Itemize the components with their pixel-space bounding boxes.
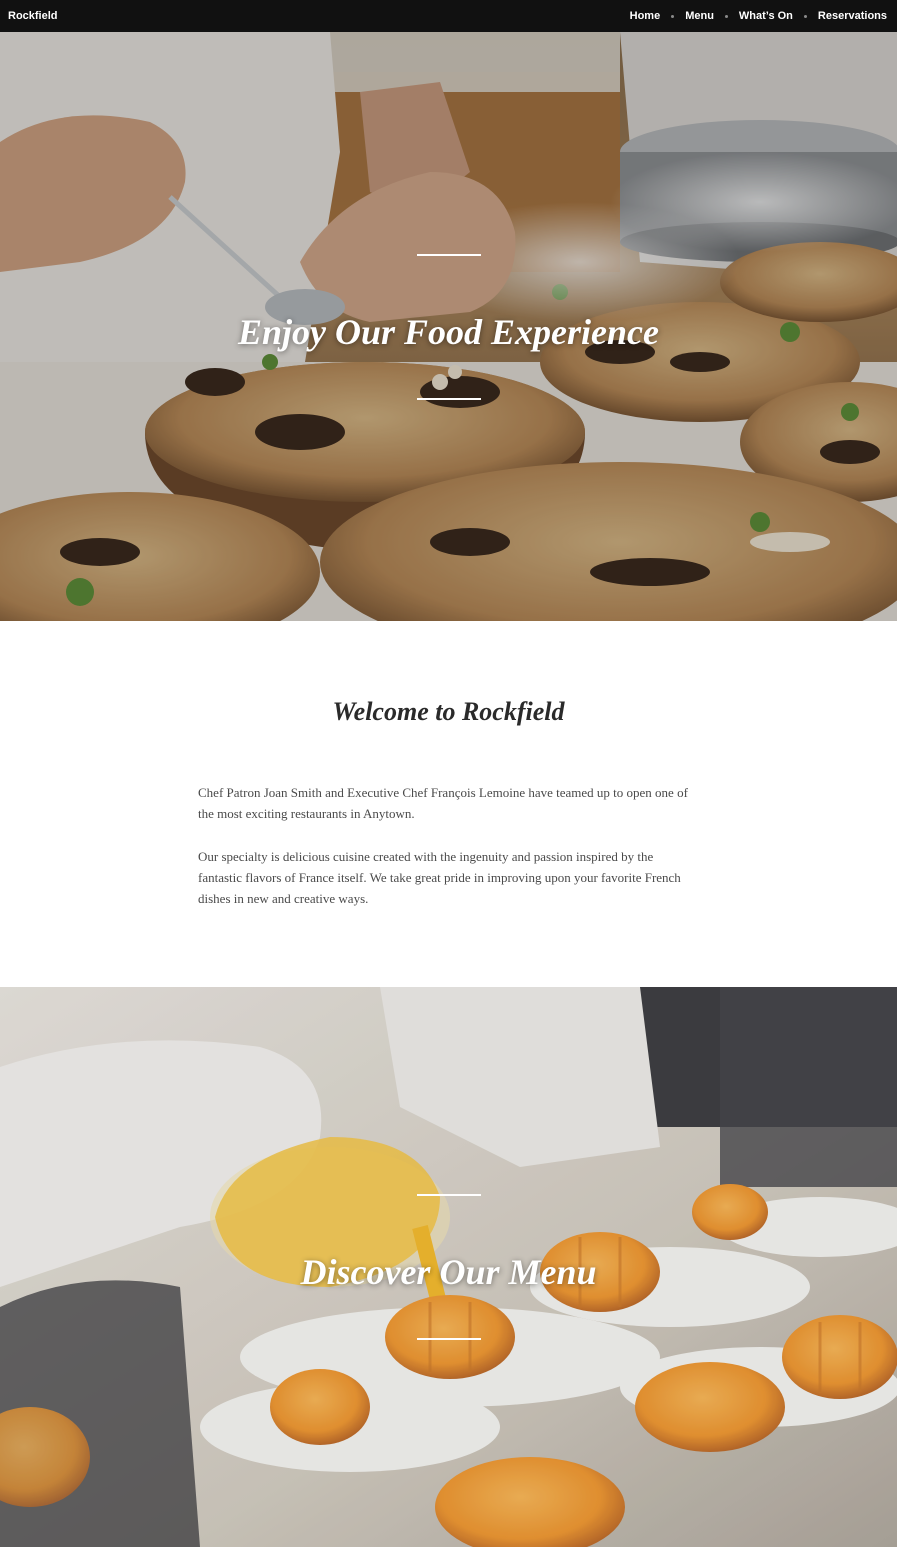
site-brand-link[interactable]: Rockfield — [8, 10, 58, 22]
hero-overlay: Enjoy Our Food Experience — [0, 32, 897, 621]
top-nav-bar: Rockfield Home Menu What’s On Reservatio… — [0, 0, 897, 32]
title-rule-top — [416, 1194, 481, 1196]
main-nav: Home Menu What’s On Reservations — [630, 10, 887, 22]
nav-separator-dot — [724, 14, 728, 18]
welcome-paragraph-1: Chef Patron Joan Smith and Executive Che… — [198, 785, 688, 821]
title-rule-top — [416, 253, 481, 256]
nav-item-reservations[interactable]: Reservations — [818, 10, 887, 22]
welcome-section: Welcome to Rockfield Chef Patron Joan Sm… — [0, 621, 897, 987]
nav-item-home[interactable]: Home — [630, 10, 661, 22]
welcome-paragraph-2: Our specialty is delicious cuisine creat… — [198, 849, 681, 906]
nav-item-menu[interactable]: Menu — [685, 10, 714, 22]
hero-food-experience: Enjoy Our Food Experience — [0, 32, 897, 621]
title-rule-bottom — [416, 397, 481, 400]
hero-discover-menu: Discover Our Menu — [0, 987, 897, 1547]
hero-overlay: Discover Our Menu — [0, 987, 897, 1547]
welcome-heading: Welcome to Rockfield — [332, 697, 565, 726]
nav-separator-dot — [803, 14, 807, 18]
hero-title: Enjoy Our Food Experience — [237, 311, 659, 352]
nav-separator-dot — [671, 14, 675, 18]
hero-title: Discover Our Menu — [300, 1252, 597, 1292]
nav-item-whats-on[interactable]: What’s On — [739, 10, 793, 22]
title-rule-bottom — [416, 1338, 481, 1340]
